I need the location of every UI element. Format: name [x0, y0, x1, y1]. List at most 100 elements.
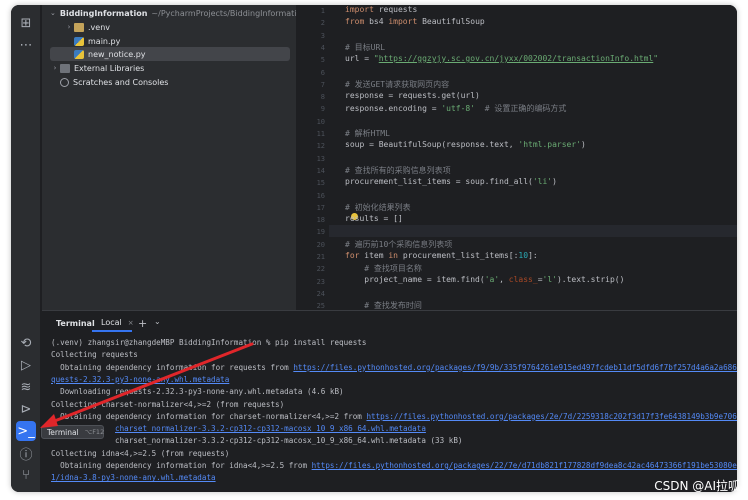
tree-item-scratches[interactable]: Scratches and Consoles [42, 75, 296, 89]
terminal-line: charset_normalizer-3.3.2-cp312-cp312-mac… [51, 436, 462, 445]
line-number: 15 [316, 179, 325, 188]
code-line: # 查找项目名称 [364, 264, 422, 273]
terminal-text: Collecting charset-normalizer<4,>=2 (fro… [51, 399, 285, 409]
tree-item-new-notice-py[interactable]: new_notice.py [50, 47, 290, 61]
terminal-link[interactable]: charset_normalizer-3.3.2-cp312-cp312-mac… [115, 424, 426, 433]
ide-window: ⊞ ⋯ ⟲ ▷ ≋ ⊳ >_ ⓘ ⑂ ⌄ BiddingInformation … [11, 5, 737, 492]
tree-item-label: External Libraries [74, 63, 145, 73]
tree-item-external-libraries[interactable]: › External Libraries [42, 61, 296, 75]
library-icon [60, 63, 70, 73]
line-number: 20 [316, 240, 325, 249]
chevron-down-icon[interactable]: ⌄ [154, 317, 161, 326]
folder-icon [74, 22, 84, 32]
code-line: # 初始化结果列表 [345, 203, 411, 212]
python-file-icon [74, 49, 84, 59]
line-number: 7 [320, 80, 325, 89]
code-line: # 解析HTML [345, 129, 390, 138]
line-number: 10 [316, 117, 325, 126]
terminal-text: Collecting idna<4,>=2.5 (from requests) [51, 448, 230, 458]
line-number: 16 [316, 191, 325, 200]
chevron-right-icon: › [67, 23, 71, 31]
terminal-text: charset_normalizer-3.3.2-cp312-cp312-mac… [51, 436, 463, 446]
more-tools-icon[interactable]: ⋯ [16, 35, 36, 55]
terminal-text: Collecting requests [51, 350, 138, 360]
tooltip-label: Terminal [47, 427, 79, 437]
services-icon[interactable]: ⊳ [16, 399, 36, 419]
line-number-gutter: 1 2 3 4 5 6 7 8 9 10 11 12 13 14 15 16 17 18 19 20 21 22 23 24 2… [297, 5, 329, 310]
chevron-down-icon: ⌄ [50, 9, 56, 17]
tree-item-label: Scratches and Consoles [73, 77, 169, 87]
terminal-tooltip: Terminal ⌥F12 [41, 425, 104, 439]
line-number: 1 [320, 7, 325, 15]
terminal-link[interactable]: https://files.pythonhosted.org/packages/… [293, 363, 737, 372]
terminal-link[interactable]: quests-2.32.3-py3-none-any.whl.metadata [51, 375, 229, 384]
code-line: # 目标URL [345, 43, 386, 52]
terminal-line: Downloading requests-2.32.3-py3-none-any… [51, 387, 344, 397]
code-line: response = requests.get(url) [345, 91, 480, 100]
code-line: project_name = item.find('a', class_='l'… [345, 275, 625, 284]
line-number: 5 [320, 56, 325, 65]
root-label: BiddingInformation [59, 8, 148, 18]
line-number: 18 [316, 216, 325, 225]
code-line: soup = BeautifulSoup(response.text, 'htm… [345, 140, 586, 149]
line-number: 14 [316, 166, 325, 175]
layers-icon[interactable]: ≋ [16, 377, 36, 397]
line-number: 19 [316, 228, 325, 237]
line-number: 25 [316, 302, 325, 311]
problems-icon[interactable]: ⓘ [16, 443, 36, 463]
terminal-line: Obtaining dependency information for req… [51, 363, 737, 372]
terminal-title: Terminal [56, 319, 95, 328]
tab-local[interactable]: Local × [92, 315, 134, 332]
line-number: 6 [320, 68, 325, 77]
terminal-line: charset_normalizer-3.3.2-cp312-cp312-mac… [51, 424, 426, 433]
chevron-right-icon: › [53, 64, 57, 72]
python-packages-icon[interactable]: ⟲ [16, 333, 36, 353]
terminal-icon[interactable]: >_ [16, 421, 36, 441]
tree-item-label: new_notice.py [88, 49, 146, 59]
terminal-line: quests-2.32.3-py3-none-any.whl.metadata [51, 375, 229, 384]
code-line: results = [] [345, 214, 403, 223]
code-line: # 查找所有的采购信息列表项 [345, 166, 451, 175]
line-number: 21 [316, 253, 325, 261]
terminal-text: Obtaining dependency information for req… [51, 362, 294, 372]
terminal-text: Downloading requests-2.32.3-py3-none-any… [51, 387, 344, 397]
line-number: 12 [316, 142, 325, 151]
tree-item-label: .venv [88, 22, 111, 32]
line-number: 17 [316, 203, 325, 212]
git-icon[interactable]: ⑂ [16, 465, 36, 485]
tooltip-shortcut: ⌥F12 [84, 428, 105, 436]
project-tool-window: ⌄ BiddingInformation ~/PycharmProjects/B… [42, 5, 306, 310]
code-line: from bs4 import BeautifulSoup [345, 17, 485, 26]
terminal-line: Obtaining dependency information for idn… [51, 461, 737, 470]
run-icon[interactable]: ▷ [16, 355, 36, 375]
tree-root[interactable]: ⌄ BiddingInformation ~/PycharmProjects/B… [42, 6, 306, 20]
terminal-link[interactable]: https://files.pythonhosted.org/packages/… [366, 412, 737, 421]
terminal-panel[interactable]: Terminal Local × + ⌄ (.venv) zhangsir@zh… [42, 310, 737, 492]
code-line: # 遍历前10个采购信息列表项 [345, 240, 453, 249]
new-tab-icon[interactable]: + [138, 317, 147, 330]
terminal-link[interactable]: https://files.pythonhosted.org/packages/… [312, 461, 737, 470]
code-line: response.encoding = 'utf-8' # 设置正确的编码方式 [345, 104, 567, 113]
code-line: import requests [345, 5, 418, 14]
root-path: ~/PycharmProjects/BiddingInformation [151, 8, 307, 18]
terminal-link[interactable]: 1/idna-3.8-py3-none-any.whl.metadata [51, 473, 216, 482]
line-number: 24 [316, 289, 325, 298]
tool-window-strip: ⊞ ⋯ ⟲ ▷ ≋ ⊳ >_ ⓘ ⑂ [11, 5, 41, 492]
scratches-icon [60, 77, 69, 87]
code-line: # 发送GET请求获取网页内容 [345, 80, 450, 89]
close-icon[interactable]: × [128, 319, 134, 327]
terminal-text: Obtaining dependency information for idn… [51, 461, 312, 470]
code-line: for item in procurement_list_items[:10]: [345, 251, 538, 260]
line-number: 8 [320, 93, 325, 102]
terminal-line: Obtaining dependency information for cha… [51, 412, 737, 421]
line-number: 4 [320, 43, 325, 52]
code-editor[interactable]: 1 2 3 4 5 6 7 8 9 10 11 12 13 14 15 16 17 18 19 20 21 22 23 24 2… [297, 5, 737, 310]
tab-label: Local [101, 318, 122, 327]
terminal-text: (.venv) zhangsir@zhangdeMBP BiddingInfor… [51, 338, 367, 347]
code-line: url = "https://ggzyjy.sc.gov.cn/jyxx/002… [345, 54, 659, 63]
tree-item-venv[interactable]: › .venv [42, 20, 296, 34]
tree-item-main-py[interactable]: main.py [42, 34, 296, 48]
code-line: procurement_list_items = soup.find_all('… [345, 177, 557, 186]
terminal-text: Obtaining dependency information for cha… [51, 411, 367, 421]
structure-icon[interactable]: ⊞ [16, 13, 36, 33]
